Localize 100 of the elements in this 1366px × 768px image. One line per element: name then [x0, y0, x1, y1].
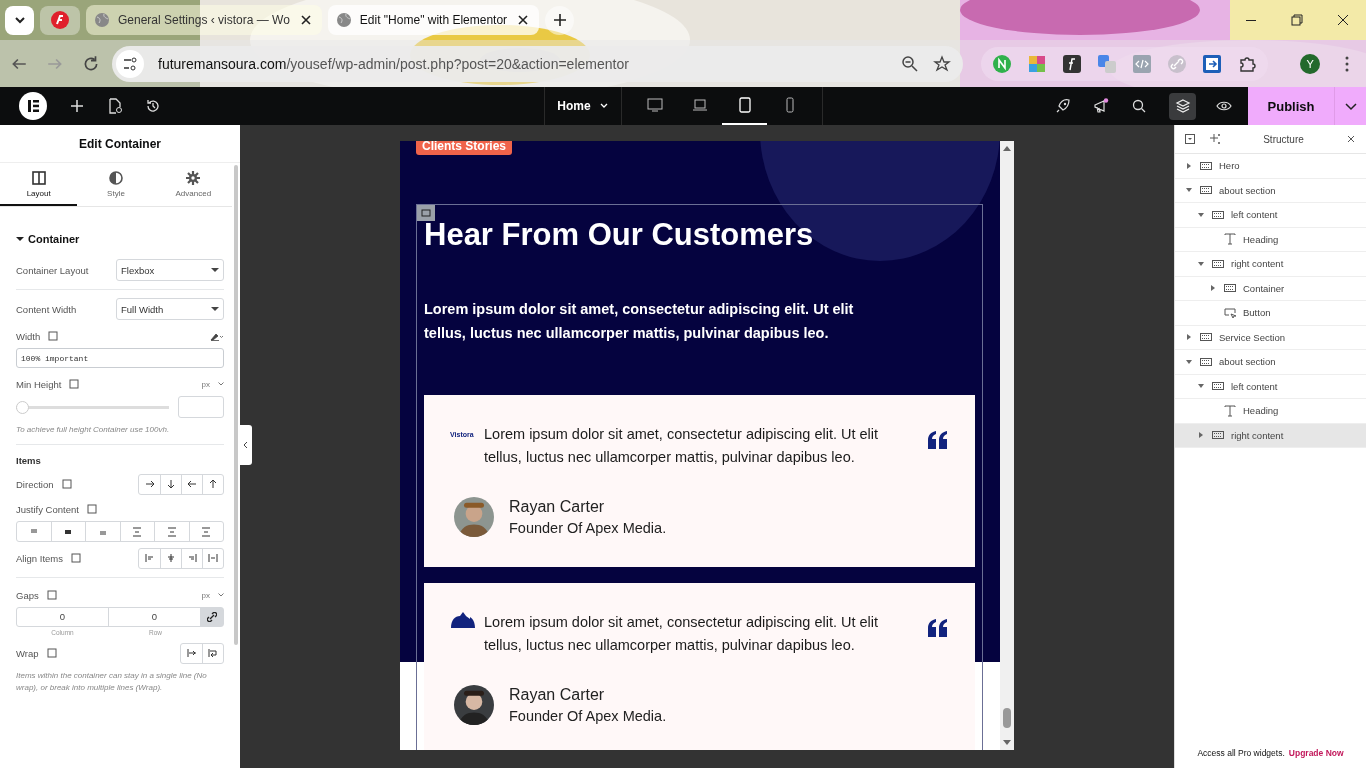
collapse-panel-button[interactable]	[240, 425, 252, 465]
chevron-down-icon[interactable]	[218, 382, 224, 386]
wrap-icon	[208, 648, 218, 658]
scroll-down-icon[interactable]	[1003, 738, 1011, 746]
structure-item[interactable]: Container	[1175, 276, 1366, 301]
field-label: Wrap	[16, 647, 39, 659]
panel-tab[interactable]: Advanced	[154, 163, 232, 206]
structure-item[interactable]: left content	[1175, 203, 1366, 228]
panel-tab[interactable]: Layout	[0, 163, 78, 206]
search-icon[interactable]	[1131, 98, 1147, 114]
person-role: Founder Of Apex Media.	[509, 708, 667, 724]
structure-item[interactable]: Heading	[1175, 227, 1366, 252]
plus-icon[interactable]	[69, 98, 85, 114]
publish-button[interactable]: Publish	[1248, 87, 1334, 125]
page-settings-icon[interactable]	[107, 98, 123, 114]
select-field[interactable]: Full Width	[116, 298, 224, 320]
tablet-icon[interactable]	[46, 590, 57, 600]
structure-item[interactable]: Service Section	[1175, 325, 1366, 350]
pencil-icon[interactable]	[210, 331, 224, 341]
rocket-icon[interactable]	[1055, 98, 1071, 114]
person-name: Rayan Carter	[509, 498, 606, 516]
structure-item[interactable]: Hero	[1175, 154, 1366, 179]
structure-item[interactable]: Heading	[1175, 399, 1366, 424]
select-field[interactable]: Flexbox	[116, 259, 224, 281]
scroll-up-icon[interactable]	[1003, 145, 1011, 153]
contrast-icon	[108, 169, 124, 186]
align-lines-icon	[132, 526, 143, 537]
reload-icon[interactable]	[82, 54, 100, 73]
caret-down-icon[interactable]	[1197, 259, 1205, 268]
scrollbar-thumb[interactable]	[1003, 708, 1011, 728]
chevron-down-icon[interactable]	[218, 593, 224, 597]
caret-right-icon[interactable]	[1209, 284, 1217, 293]
structure-item[interactable]: right content	[1175, 252, 1366, 277]
address-bar[interactable]: futuremansoura.com/yousef/wp-admin/post.php?post=20&action=elementor	[112, 45, 964, 82]
tablet-icon[interactable]	[71, 553, 81, 563]
structure-item[interactable]: about section	[1175, 178, 1366, 203]
caret-down-icon[interactable]	[1185, 357, 1193, 366]
section-heading[interactable]: Container	[16, 217, 224, 259]
width-input[interactable]: 100% important	[16, 348, 224, 368]
tablet-icon[interactable]	[46, 648, 57, 658]
number-input[interactable]	[178, 396, 224, 418]
field-label: Align Items	[16, 552, 63, 564]
publish-options-button[interactable]	[1334, 87, 1366, 125]
browser-tab[interactable]: Edit "Home" with Elementor	[327, 5, 540, 35]
structure-item[interactable]: Button	[1175, 301, 1366, 326]
arrow-icon	[187, 479, 197, 489]
structure-title: Structure	[1262, 133, 1305, 145]
megaphone-icon[interactable]	[1093, 98, 1109, 114]
tablet-icon[interactable]	[69, 379, 80, 389]
container-icon	[1200, 355, 1212, 368]
close-icon[interactable]	[1346, 134, 1356, 144]
structure-button[interactable]	[1169, 92, 1196, 120]
unit-selector[interactable]: px	[201, 590, 210, 600]
structure-item[interactable]: about section	[1175, 350, 1366, 375]
pinned-tab[interactable]	[40, 5, 80, 35]
container-icon	[1212, 380, 1224, 393]
arrow-icon	[186, 648, 197, 658]
puzzle-icon[interactable]	[1238, 54, 1257, 73]
elementor-logo-icon[interactable]	[19, 92, 47, 120]
tab-title: Edit "Home" with Elementor	[359, 13, 508, 27]
browser-tab[interactable]: General Settings ‹ vistora — Wo	[86, 5, 322, 35]
tablet-icon[interactable]	[61, 479, 72, 489]
zoom-out-icon[interactable]	[901, 54, 920, 73]
container-icon	[1200, 184, 1212, 197]
quote-icon	[927, 431, 949, 449]
scrollbar-thumb[interactable]	[234, 165, 238, 645]
caret-right-icon[interactable]	[1197, 431, 1205, 440]
container-icon	[1212, 208, 1224, 221]
collapse-all-icon[interactable]	[1185, 134, 1195, 144]
link-values-button[interactable]	[201, 608, 223, 626]
container-icon	[1212, 429, 1224, 442]
structure-item[interactable]: right content	[1175, 423, 1366, 448]
tablet-icon	[736, 97, 753, 113]
translate-icon[interactable]	[1098, 54, 1117, 73]
site-settings-icon[interactable]	[116, 49, 144, 78]
align-lines-icon	[166, 553, 176, 563]
slider-thumb[interactable]	[16, 400, 29, 414]
brand-logo-icon	[450, 611, 476, 629]
caret-right-icon[interactable]	[1185, 161, 1193, 170]
scrollbar[interactable]	[1000, 141, 1014, 750]
unit-selector[interactable]: px	[201, 379, 210, 389]
selected-container-outline[interactable]	[416, 204, 983, 750]
panel-tab[interactable]: Style	[77, 163, 155, 206]
field-label: Content Width	[16, 303, 77, 315]
tablet-icon[interactable]	[86, 504, 97, 514]
field-label: Width	[16, 330, 41, 342]
container-handle-icon[interactable]	[417, 205, 435, 221]
tablet-icon[interactable]	[48, 331, 59, 341]
caret-down-icon[interactable]	[1197, 210, 1205, 219]
star-icon[interactable]	[933, 54, 952, 73]
history-icon[interactable]	[145, 98, 161, 114]
gap-input[interactable]: 0	[17, 608, 109, 626]
section-heading: Hear From Our Customers	[424, 217, 815, 253]
new-tab-button[interactable]	[545, 5, 575, 35]
sparkle-icon[interactable]	[1209, 133, 1221, 145]
heading-icon	[1224, 233, 1236, 246]
structure-item[interactable]: left content	[1175, 374, 1366, 399]
caret-right-icon[interactable]	[1185, 333, 1193, 342]
container-icon	[1200, 159, 1212, 172]
upgrade-link[interactable]: Upgrade Now	[1288, 748, 1344, 758]
